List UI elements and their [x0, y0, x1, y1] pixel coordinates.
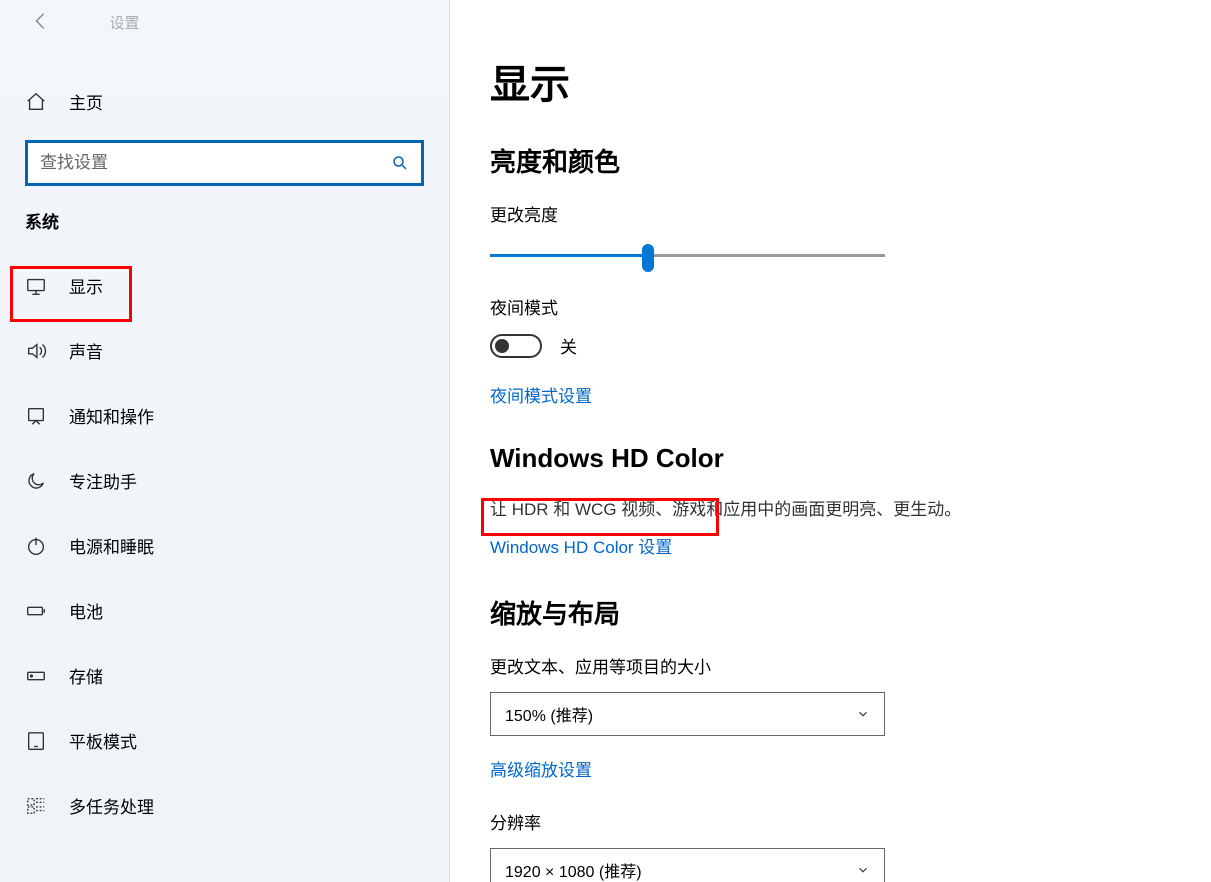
- nav-label: 多任务处理: [69, 793, 154, 818]
- storage-icon: [25, 665, 47, 687]
- nav-label: 声音: [69, 338, 103, 363]
- search-icon: [391, 154, 409, 172]
- sidebar-home[interactable]: 主页: [0, 75, 449, 128]
- chevron-down-icon: [856, 707, 870, 721]
- section-hdcolor: Windows HD Color: [490, 443, 1156, 474]
- sidebar-item-storage[interactable]: 存储: [0, 643, 449, 708]
- scale-value: 150% (推荐): [505, 702, 593, 726]
- sound-icon: [25, 340, 47, 362]
- hdcolor-description: 让 HDR 和 WCG 视频、游戏和应用中的画面更明亮、更生动。: [490, 496, 1156, 523]
- sidebar-item-battery[interactable]: 电池: [0, 578, 449, 643]
- moon-icon: [25, 470, 47, 492]
- toggle-knob: [495, 339, 509, 353]
- sidebar-nav: 显示 声音 通知和操作 专注助手: [0, 253, 449, 838]
- slider-thumb[interactable]: [642, 244, 654, 272]
- sidebar-item-focus[interactable]: 专注助手: [0, 448, 449, 513]
- resolution-value: 1920 × 1080 (推荐): [505, 858, 642, 882]
- battery-icon: [25, 600, 47, 622]
- sidebar-item-notifications[interactable]: 通知和操作: [0, 383, 449, 448]
- scale-label: 更改文本、应用等项目的大小: [490, 653, 1156, 678]
- nav-label: 显示: [69, 273, 103, 298]
- sidebar-item-sound[interactable]: 声音: [0, 318, 449, 383]
- resolution-label: 分辨率: [490, 809, 1156, 834]
- sidebar: 设置 主页 系统 显示: [0, 0, 450, 882]
- nav-label: 存储: [69, 663, 103, 688]
- night-mode-toggle[interactable]: [490, 334, 542, 358]
- nav-label: 通知和操作: [69, 403, 154, 428]
- power-icon: [25, 535, 47, 557]
- search-box[interactable]: [25, 140, 424, 186]
- night-mode-label: 夜间模式: [490, 294, 1156, 319]
- window-title: 设置: [109, 12, 139, 33]
- nav-label: 电池: [69, 598, 103, 623]
- back-button[interactable]: [30, 10, 60, 40]
- notification-icon: [25, 405, 47, 427]
- home-icon: [25, 91, 47, 113]
- sidebar-item-tablet[interactable]: 平板模式: [0, 708, 449, 773]
- monitor-icon: [25, 275, 47, 297]
- section-scale: 缩放与布局: [490, 594, 1156, 631]
- brightness-label: 更改亮度: [490, 201, 1156, 226]
- hdcolor-settings-link[interactable]: Windows HD Color 设置: [490, 533, 672, 558]
- search-input[interactable]: [40, 153, 391, 173]
- resolution-dropdown[interactable]: 1920 × 1080 (推荐): [490, 848, 885, 882]
- section-brightness: 亮度和颜色: [490, 142, 1156, 179]
- night-mode-state: 关: [560, 333, 577, 358]
- brightness-slider[interactable]: [490, 240, 885, 272]
- slider-fill: [490, 254, 648, 257]
- sidebar-item-power[interactable]: 电源和睡眠: [0, 513, 449, 578]
- nav-label: 专注助手: [69, 468, 137, 493]
- scale-dropdown[interactable]: 150% (推荐): [490, 692, 885, 736]
- sidebar-item-display[interactable]: 显示: [0, 253, 449, 318]
- home-label: 主页: [69, 89, 103, 114]
- sidebar-item-multitask[interactable]: 多任务处理: [0, 773, 449, 838]
- nav-label: 电源和睡眠: [69, 533, 154, 558]
- nav-label: 平板模式: [69, 728, 137, 753]
- multitask-icon: [25, 795, 47, 817]
- tablet-icon: [25, 730, 47, 752]
- chevron-down-icon: [856, 863, 870, 877]
- night-mode-settings-link[interactable]: 夜间模式设置: [490, 382, 592, 407]
- main-content: 显示 亮度和颜色 更改亮度 夜间模式 关 夜间模式设置 Windows HD C…: [450, 0, 1211, 882]
- page-title: 显示: [490, 52, 1156, 110]
- sidebar-category: 系统: [0, 186, 449, 243]
- advanced-scale-link[interactable]: 高级缩放设置: [490, 756, 592, 781]
